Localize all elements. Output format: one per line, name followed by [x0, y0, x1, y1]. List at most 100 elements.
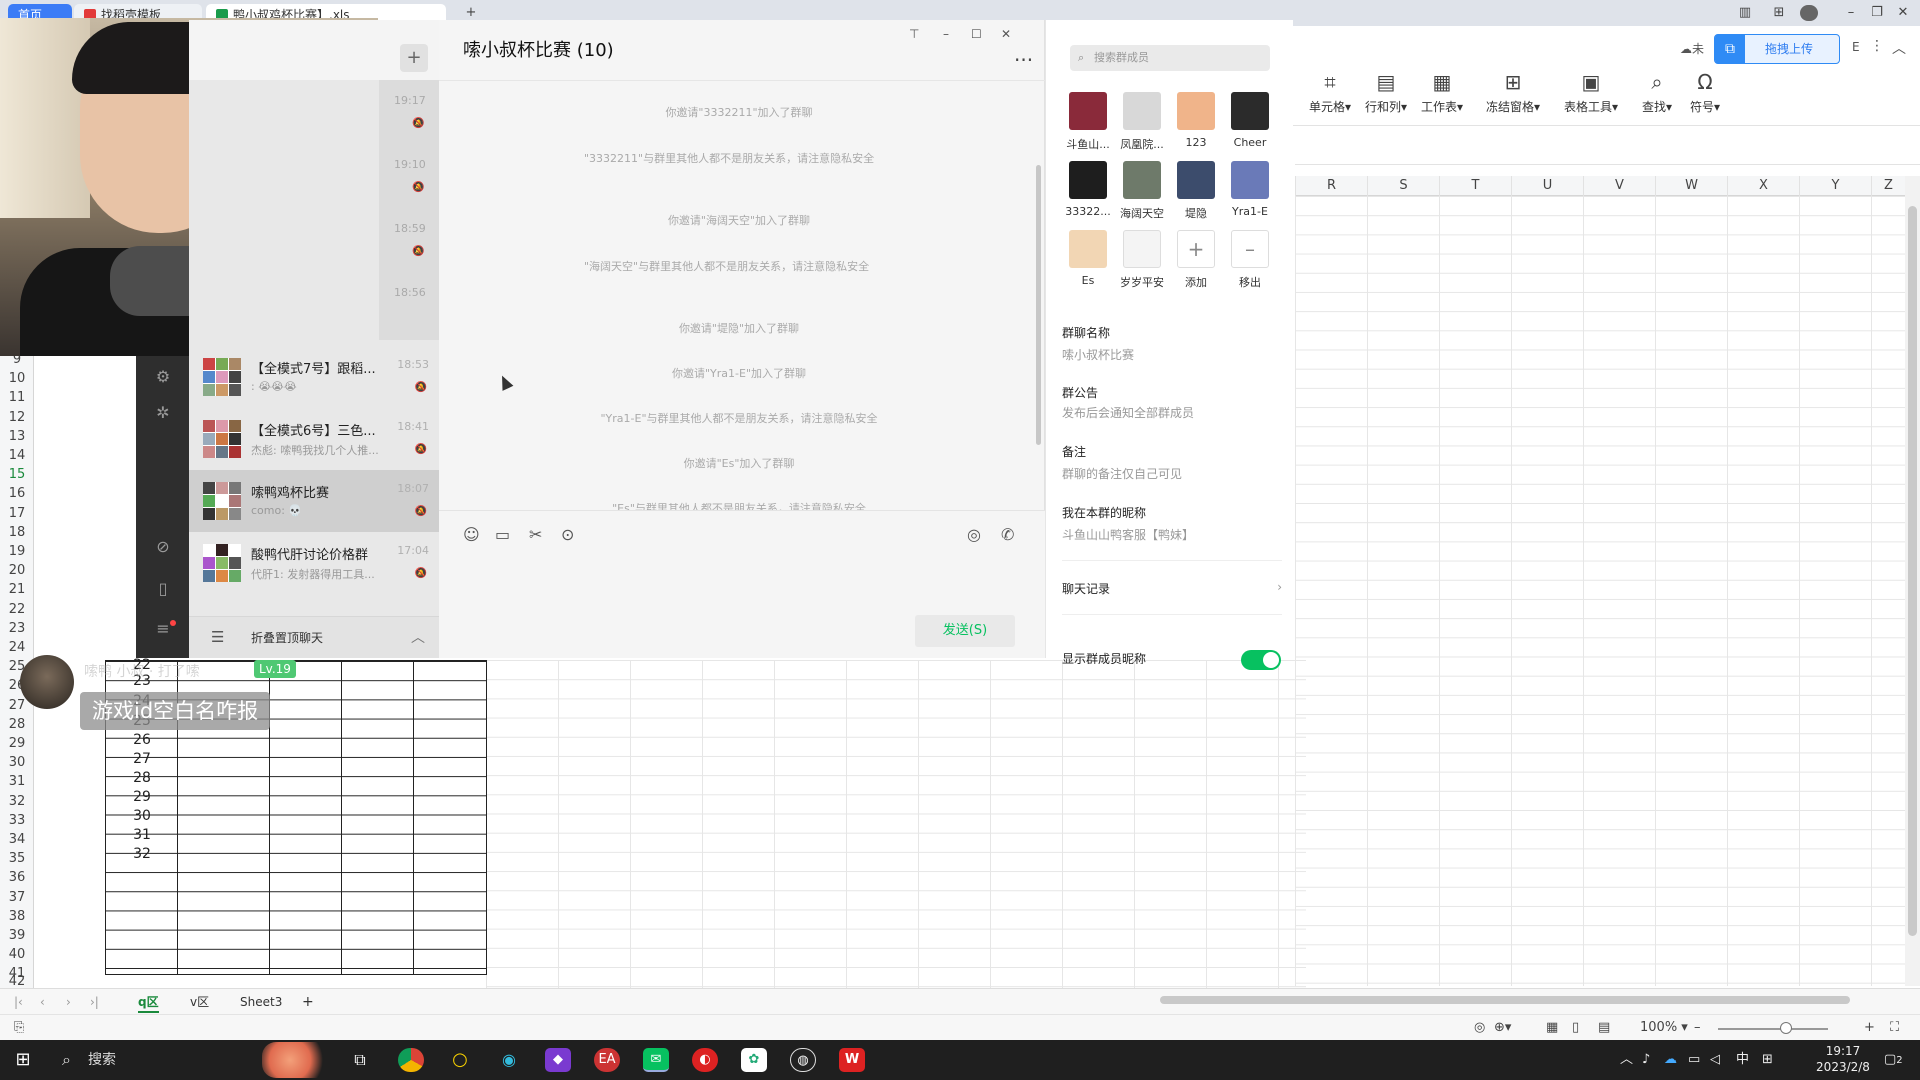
row-number[interactable]: 23: [0, 619, 34, 638]
windows-start-icon[interactable]: ⊞: [10, 1048, 36, 1072]
table-cell[interactable]: 26: [106, 731, 178, 750]
fullscreen-icon[interactable]: ⛶: [1890, 1020, 1899, 1036]
row-number[interactable]: 24: [0, 638, 34, 657]
h-scroll-thumb[interactable]: [1160, 996, 1850, 1004]
column-v[interactable]: V: [1583, 176, 1655, 196]
find-button[interactable]: ⌕ 查找▾: [1630, 70, 1684, 115]
call-icon[interactable]: ✆: [1001, 525, 1014, 544]
column-z[interactable]: Z: [1871, 176, 1905, 196]
chat-scrollbar[interactable]: [1036, 165, 1041, 445]
column-u[interactable]: U: [1511, 176, 1583, 196]
row-number[interactable]: 40: [0, 945, 34, 964]
apps-grid-icon[interactable]: ⊞: [1770, 5, 1788, 21]
eye-protect-icon[interactable]: ◎: [1474, 1020, 1485, 1036]
row-number[interactable]: 14: [0, 446, 34, 465]
add-chat-button[interactable]: +: [400, 44, 428, 72]
row-number[interactable]: 31: [0, 772, 34, 791]
row-number[interactable]: 11: [0, 388, 34, 407]
app-blue-icon[interactable]: ◉: [496, 1048, 522, 1072]
show-member-names-toggle[interactable]: [1241, 650, 1281, 670]
member-item[interactable]: Cheer: [1223, 92, 1277, 162]
screenshot-icon[interactable]: ✂: [529, 525, 542, 544]
group-notice-value[interactable]: 发布后会通知全部群成员: [1062, 404, 1194, 421]
sheet-tab-sheet3[interactable]: Sheet3: [240, 993, 282, 1011]
message-area[interactable]: 你邀请"3332211"加入了群聊 "3332211"与群里其他人都不是朋友关系…: [439, 80, 1045, 520]
row-number[interactable]: 39: [0, 926, 34, 945]
row-number-selected[interactable]: 15: [0, 465, 34, 484]
normal-view-icon[interactable]: ▦: [1546, 1020, 1558, 1036]
close-icon[interactable]: ✕: [1001, 22, 1011, 46]
mini-program-icon[interactable]: ⊘: [152, 536, 174, 558]
row-number[interactable]: 38: [0, 907, 34, 926]
zoom-level[interactable]: 100% ▾: [1640, 1020, 1688, 1036]
member-item[interactable]: Yra1-E: [1223, 161, 1277, 231]
sheet-horizontal-scrollbar[interactable]: [1140, 994, 1880, 1006]
page-break-icon[interactable]: ▤: [1598, 1020, 1610, 1036]
chat-item[interactable]: 酸鸭代肝讨论价格群 代肝1: 发射器得用工具... 17:04 🔕: [189, 532, 439, 594]
member-item[interactable]: 堤隐: [1169, 161, 1223, 231]
collapse-ribbon-icon[interactable]: ︿: [1892, 38, 1906, 58]
phone-icon[interactable]: ▯: [152, 578, 174, 600]
cell-button[interactable]: ⌗ 单元格▾: [1300, 70, 1360, 115]
member-item[interactable]: 海阔天空: [1115, 161, 1169, 231]
user-avatar[interactable]: [1800, 5, 1818, 21]
row-number[interactable]: 20: [0, 561, 34, 580]
row-number[interactable]: 13: [0, 427, 34, 446]
add-member-button[interactable]: + 添加: [1169, 230, 1223, 300]
row-number[interactable]: 21: [0, 580, 34, 599]
member-item[interactable]: 斗鱼山...: [1061, 92, 1115, 162]
my-nickname-value[interactable]: 斗鱼山山鸭客服【鸭妹】: [1062, 526, 1194, 543]
more-options-icon[interactable]: ⋮: [1870, 38, 1884, 54]
notification-center[interactable]: ▢2: [1884, 1046, 1903, 1075]
ime-indicator[interactable]: 中: [1736, 1046, 1749, 1074]
chat-item[interactable]: 【全模式7号】跟稻... : 😭😭😭 18:53 🔕: [189, 346, 439, 408]
member-item[interactable]: 123: [1169, 92, 1223, 162]
layout-icon[interactable]: ▥: [1736, 5, 1754, 21]
page-layout-icon[interactable]: ▯: [1572, 1020, 1579, 1036]
symbol-button[interactable]: Ω 符号▾: [1678, 70, 1732, 115]
maximize-icon[interactable]: ☐: [971, 22, 982, 46]
zoom-slider-track[interactable]: [1718, 1028, 1828, 1030]
new-tab-button[interactable]: +: [462, 5, 480, 21]
row-number[interactable]: 34: [0, 830, 34, 849]
group-name-value[interactable]: 嗦小叔杯比赛: [1062, 346, 1134, 363]
worksheet-button[interactable]: ▦ 工作表▾: [1412, 70, 1472, 115]
freeze-panes-button[interactable]: ⊞ 冻结窗格▾: [1478, 70, 1548, 115]
sheet-grid[interactable]: [1295, 196, 1905, 986]
taskbar-clock[interactable]: 19:17 2023/2/8: [1798, 1043, 1888, 1075]
app-red-icon[interactable]: ◐: [692, 1048, 718, 1072]
app-purple-icon[interactable]: ◆: [545, 1048, 571, 1072]
prev-sheet-icon[interactable]: ‹: [40, 993, 45, 1011]
column-t[interactable]: T: [1439, 176, 1511, 196]
table-cell[interactable]: 30: [106, 807, 178, 826]
row-number[interactable]: 30: [0, 753, 34, 772]
wps-icon[interactable]: W: [839, 1048, 865, 1072]
column-x[interactable]: X: [1727, 176, 1799, 196]
zoom-in-button[interactable]: +: [1864, 1020, 1875, 1036]
folder-icon[interactable]: ▭: [495, 525, 510, 544]
obscured-chat-items[interactable]: [379, 80, 439, 340]
settings-icon[interactable]: ⚙: [152, 366, 174, 388]
column-w[interactable]: W: [1655, 176, 1727, 196]
emoji-icon[interactable]: ☺: [463, 525, 480, 544]
table-cell[interactable]: 29: [106, 788, 178, 807]
row-number[interactable]: 33: [0, 811, 34, 830]
cloud-sync-status[interactable]: ☁未: [1680, 40, 1704, 57]
app-white-icon[interactable]: ✿: [741, 1048, 767, 1072]
task-view-icon[interactable]: ⧉: [347, 1048, 373, 1072]
row-number[interactable]: 10: [0, 369, 34, 388]
mic-icon[interactable]: ♪: [1642, 1046, 1650, 1074]
row-number[interactable]: 22: [0, 600, 34, 619]
zoom-slider-handle[interactable]: [1780, 1022, 1792, 1034]
row-number[interactable]: 32: [0, 792, 34, 811]
table-cell[interactable]: 31: [106, 826, 178, 845]
close-icon[interactable]: ✕: [1894, 5, 1912, 21]
member-item[interactable]: 33322...: [1061, 161, 1115, 231]
minimize-icon[interactable]: –: [1842, 5, 1860, 21]
column-r[interactable]: R: [1295, 176, 1367, 196]
sheet-tab-v[interactable]: v区: [190, 993, 209, 1011]
chat-item-selected[interactable]: 嗦鸭鸡杯比赛 como: 💀 18:07 🔕: [189, 470, 439, 532]
first-sheet-icon[interactable]: |‹: [14, 993, 23, 1011]
row-number[interactable]: 37: [0, 888, 34, 907]
row-number[interactable]: 19: [0, 542, 34, 561]
